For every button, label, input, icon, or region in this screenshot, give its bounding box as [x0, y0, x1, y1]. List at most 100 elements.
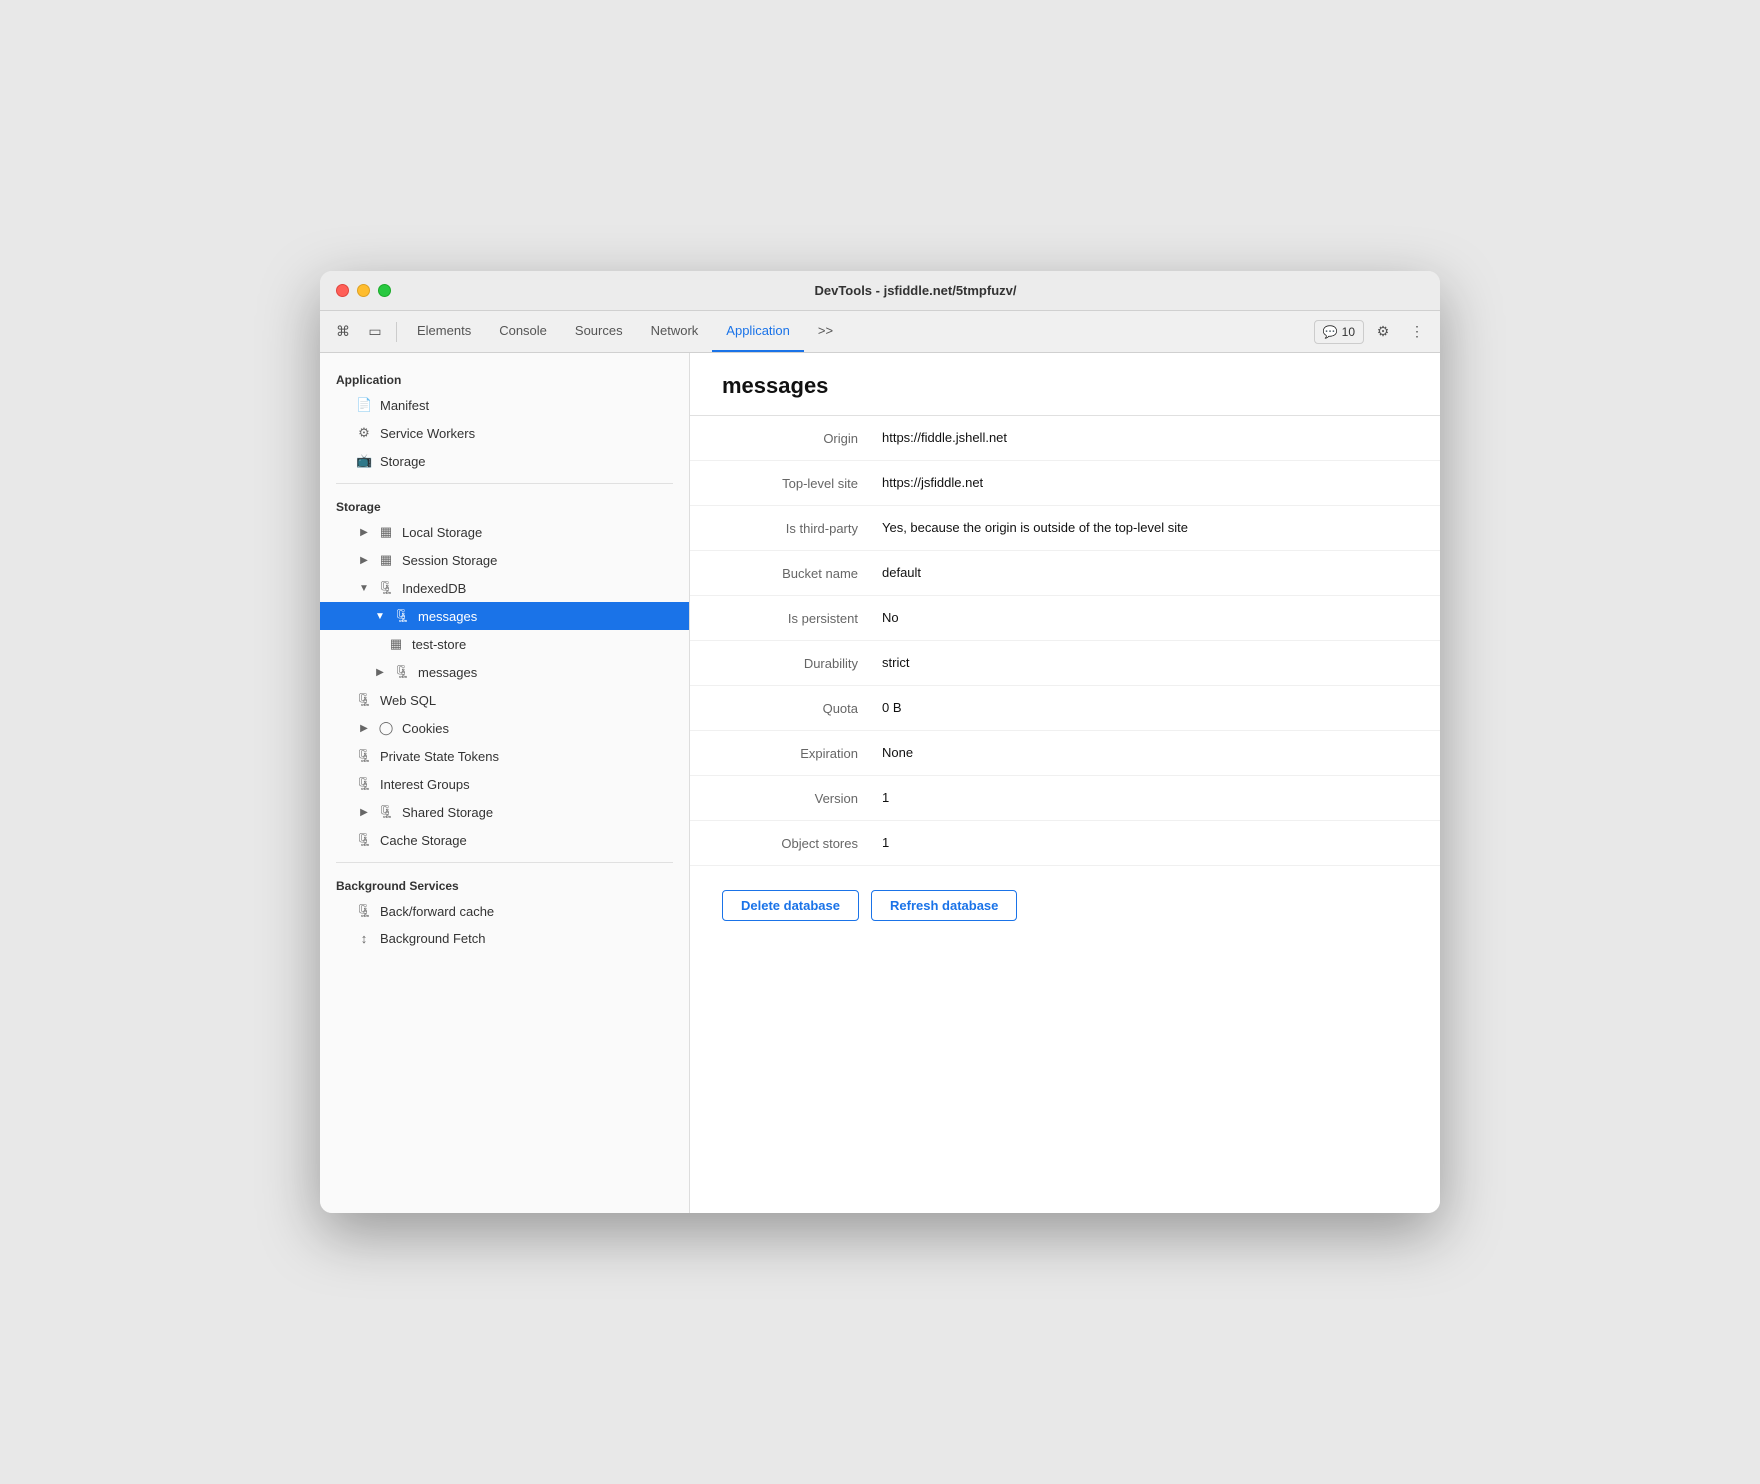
top-level-site-value: https://jsfiddle.net — [882, 475, 1408, 490]
object-stores-label: Object stores — [722, 835, 882, 851]
session-storage-label: Session Storage — [402, 553, 497, 568]
refresh-database-button[interactable]: Refresh database — [871, 890, 1017, 921]
private-state-tokens-icon: 🗜 — [356, 748, 372, 764]
maximize-button[interactable] — [378, 284, 391, 297]
test-store-icon: ▦ — [388, 636, 404, 652]
storage-icon: 📺 — [356, 453, 372, 469]
background-fetch-label: Background Fetch — [380, 931, 486, 946]
sidebar-item-messages-expanded[interactable]: ▼ 🗜 messages — [320, 602, 689, 630]
tab-elements[interactable]: Elements — [403, 311, 485, 352]
close-button[interactable] — [336, 284, 349, 297]
sidebar-item-indexeddb[interactable]: ▼ 🗜 IndexedDB — [320, 574, 689, 602]
tab-sources[interactable]: Sources — [561, 311, 637, 352]
web-sql-icon: 🗜 — [356, 692, 372, 708]
indexeddb-icon: 🗜 — [378, 580, 394, 596]
is-persistent-label: Is persistent — [722, 610, 882, 626]
more-options-button[interactable]: ⋮ — [1402, 317, 1432, 347]
sidebar-item-background-fetch[interactable]: ↕ Background Fetch — [320, 925, 689, 952]
sidebar-item-cookies[interactable]: ▶ ◯ Cookies — [320, 714, 689, 742]
detail-table: Origin https://fiddle.jshell.net Top-lev… — [690, 416, 1440, 866]
object-stores-value: 1 — [882, 835, 1408, 850]
shared-storage-label: Shared Storage — [402, 805, 493, 820]
manifest-icon: 📄 — [356, 397, 372, 413]
storage-section-label: Storage — [320, 492, 689, 518]
local-storage-expand-icon: ▶ — [356, 527, 372, 538]
sidebar-item-cache-storage[interactable]: 🗜 Cache Storage — [320, 826, 689, 854]
application-section-label: Application — [320, 365, 689, 391]
messages-expanded-label: messages — [418, 609, 477, 624]
sidebar-item-private-state-tokens[interactable]: 🗜 Private State Tokens — [320, 742, 689, 770]
sidebar: Application 📄 Manifest ⚙ Service Workers… — [320, 353, 690, 1213]
sidebar-item-shared-storage[interactable]: ▶ 🗜 Shared Storage — [320, 798, 689, 826]
content-area: Application 📄 Manifest ⚙ Service Workers… — [320, 353, 1440, 1213]
is-persistent-row: Is persistent No — [690, 596, 1440, 641]
durability-row: Durability strict — [690, 641, 1440, 686]
service-workers-label: Service Workers — [380, 426, 475, 441]
device-icon: ▭ — [368, 323, 381, 340]
test-store-label: test-store — [412, 637, 466, 652]
tab-more[interactable]: >> — [804, 311, 847, 352]
messages-expanded-icon: ▼ — [372, 611, 388, 622]
storage-label: Storage — [380, 454, 426, 469]
tab-console[interactable]: Console — [485, 311, 561, 352]
messages-collapsed-db-icon: 🗜 — [394, 664, 410, 680]
device-tool-button[interactable]: ▭ — [360, 317, 390, 347]
interest-groups-label: Interest Groups — [380, 777, 470, 792]
durability-value: strict — [882, 655, 1408, 670]
tab-network[interactable]: Network — [637, 311, 713, 352]
sidebar-item-test-store[interactable]: ▦ test-store — [320, 630, 689, 658]
more-icon: ⋮ — [1410, 323, 1424, 340]
messages-count: 10 — [1342, 325, 1355, 339]
cursor-icon: ⌘ — [336, 323, 350, 340]
messages-collapsed-label: messages — [418, 665, 477, 680]
interest-groups-icon: 🗜 — [356, 776, 372, 792]
is-third-party-row: Is third-party Yes, because the origin i… — [690, 506, 1440, 551]
version-label: Version — [722, 790, 882, 806]
private-state-tokens-label: Private State Tokens — [380, 749, 499, 764]
background-fetch-icon: ↕ — [356, 931, 372, 946]
sidebar-item-interest-groups[interactable]: 🗜 Interest Groups — [320, 770, 689, 798]
sidebar-item-web-sql[interactable]: 🗜 Web SQL — [320, 686, 689, 714]
cache-storage-icon: 🗜 — [356, 832, 372, 848]
local-storage-icon: ▦ — [378, 524, 394, 540]
settings-icon: ⚙ — [1377, 323, 1390, 340]
toolbar-divider — [396, 322, 397, 342]
expiration-row: Expiration None — [690, 731, 1440, 776]
sidebar-item-session-storage[interactable]: ▶ ▦ Session Storage — [320, 546, 689, 574]
shared-storage-expand-icon: ▶ — [356, 807, 372, 818]
sidebar-item-storage[interactable]: 📺 Storage — [320, 447, 689, 475]
quota-label: Quota — [722, 700, 882, 716]
sidebar-item-manifest[interactable]: 📄 Manifest — [320, 391, 689, 419]
sidebar-item-messages-collapsed[interactable]: ▶ 🗜 messages — [320, 658, 689, 686]
origin-row: Origin https://fiddle.jshell.net — [690, 416, 1440, 461]
settings-button[interactable]: ⚙ — [1368, 317, 1398, 347]
object-stores-row: Object stores 1 — [690, 821, 1440, 866]
messages-badge-button[interactable]: 💬 10 — [1314, 320, 1364, 344]
cookies-icon: ◯ — [378, 720, 394, 736]
sidebar-item-service-workers[interactable]: ⚙ Service Workers — [320, 419, 689, 447]
expiration-label: Expiration — [722, 745, 882, 761]
web-sql-label: Web SQL — [380, 693, 436, 708]
back-forward-cache-label: Back/forward cache — [380, 904, 494, 919]
bucket-name-value: default — [882, 565, 1408, 580]
tab-application[interactable]: Application — [712, 311, 804, 352]
is-persistent-value: No — [882, 610, 1408, 625]
service-workers-icon: ⚙ — [356, 425, 372, 441]
session-storage-icon: ▦ — [378, 552, 394, 568]
toolbar-right: 💬 10 ⚙ ⋮ — [1314, 317, 1432, 347]
top-level-site-row: Top-level site https://jsfiddle.net — [690, 461, 1440, 506]
titlebar: DevTools - jsfiddle.net/5tmpfuzv/ — [320, 271, 1440, 311]
sidebar-item-back-forward-cache[interactable]: 🗜 Back/forward cache — [320, 897, 689, 925]
delete-database-button[interactable]: Delete database — [722, 890, 859, 921]
window-title: DevTools - jsfiddle.net/5tmpfuzv/ — [407, 283, 1424, 298]
toolbar-tabs: Elements Console Sources Network Applica… — [403, 311, 1312, 352]
origin-value: https://fiddle.jshell.net — [882, 430, 1408, 445]
main-title: messages — [722, 373, 1408, 399]
cursor-tool-button[interactable]: ⌘ — [328, 317, 358, 347]
local-storage-label: Local Storage — [402, 525, 482, 540]
background-section-label: Background Services — [320, 871, 689, 897]
minimize-button[interactable] — [357, 284, 370, 297]
is-third-party-label: Is third-party — [722, 520, 882, 536]
cookies-expand-icon: ▶ — [356, 723, 372, 734]
sidebar-item-local-storage[interactable]: ▶ ▦ Local Storage — [320, 518, 689, 546]
